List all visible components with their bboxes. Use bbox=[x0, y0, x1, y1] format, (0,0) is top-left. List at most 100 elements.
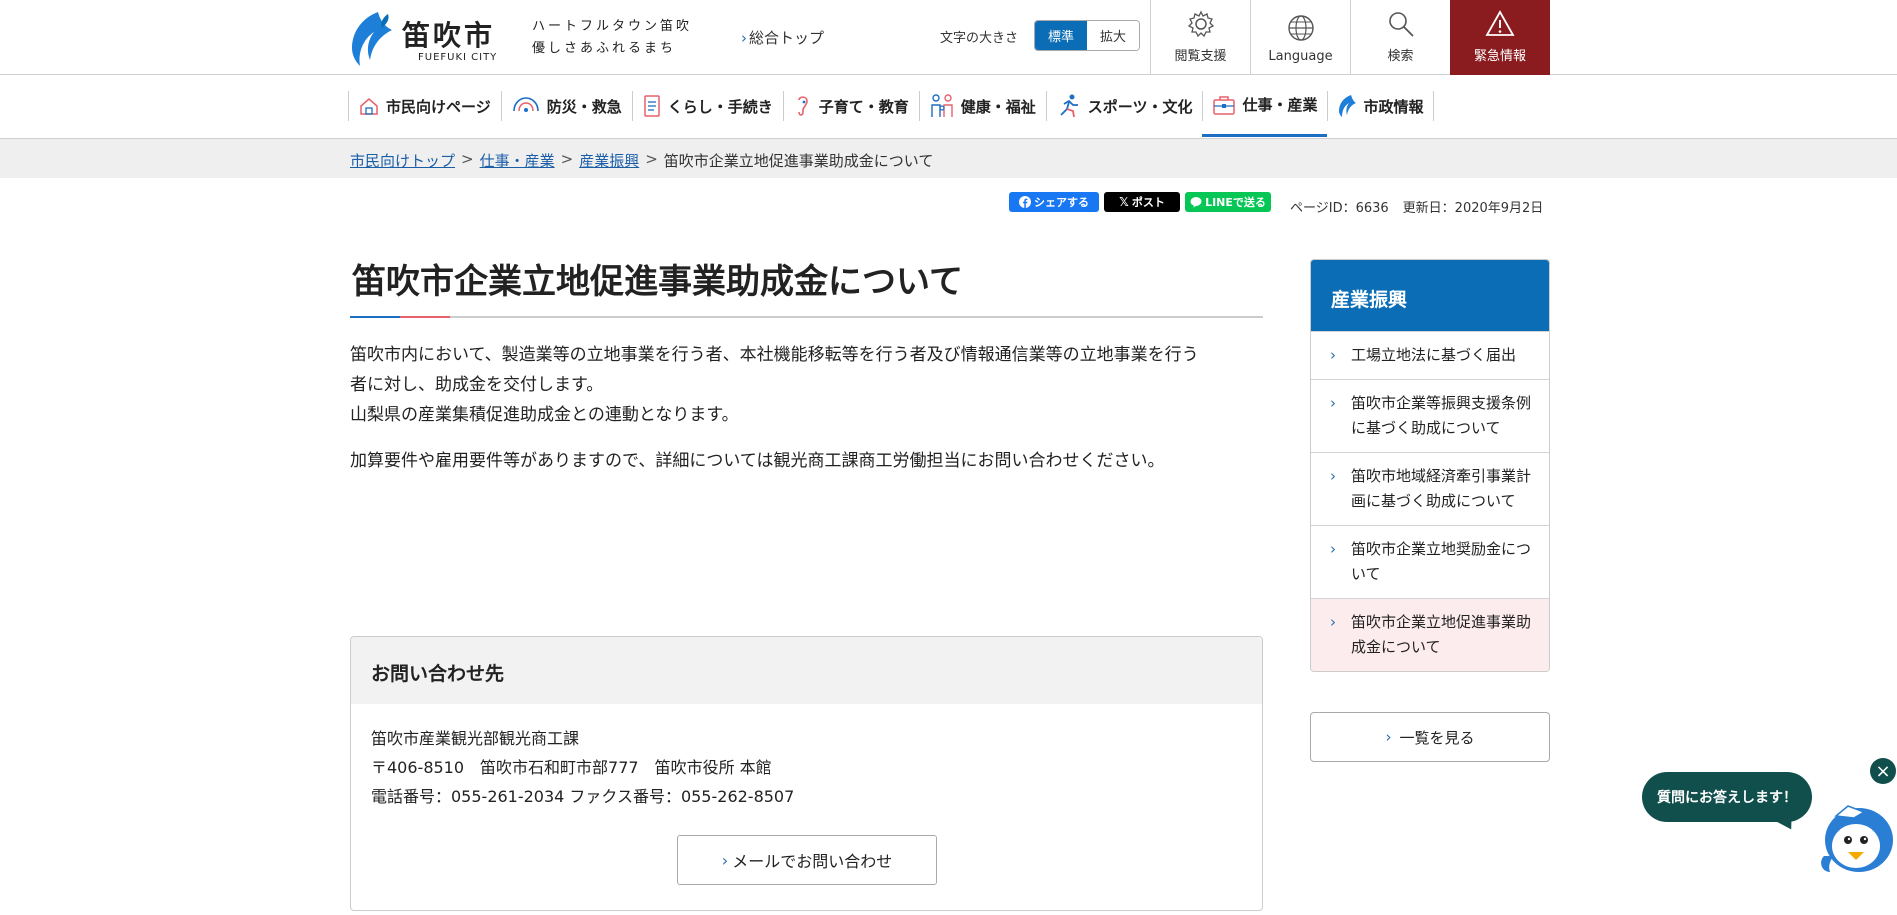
contact-address: 〒406-8510 笛吹市石和町市部777 笛吹市役所 本館 bbox=[371, 758, 772, 777]
sidebar-item-current[interactable]: › 笛吹市企業立地促進事業助成金について bbox=[1311, 598, 1549, 671]
nav-health[interactable]: 健康・福祉 bbox=[918, 75, 1046, 137]
browse-support-label: 閲覧支援 bbox=[1174, 49, 1227, 64]
nav-citizens[interactable]: 市民向けページ bbox=[348, 75, 501, 137]
language-label: Language bbox=[1268, 49, 1333, 64]
paragraph-line: 笛吹市内において、製造業等の立地事業を行う者、本社機能移転等を行う者及び情報通信… bbox=[350, 345, 1199, 365]
language-button[interactable]: Language bbox=[1250, 0, 1350, 75]
contact-phone: 電話番号：055-261-2034 ファクス番号：055-262-8507 bbox=[371, 787, 795, 806]
search-label: 検索 bbox=[1387, 49, 1414, 64]
paragraph-line: 者に対し、助成金を交付します。 bbox=[350, 375, 604, 395]
tagline: ハートフルタウン笛吹 優しさあふれるまち bbox=[532, 16, 692, 60]
logo-name: 笛吹市 bbox=[402, 19, 496, 52]
nav-label: 仕事・産業 bbox=[1242, 96, 1318, 114]
breadcrumb-separator: > bbox=[645, 150, 658, 168]
underline-accent-red bbox=[400, 316, 450, 318]
underline-accent-blue bbox=[350, 316, 400, 318]
home-icon bbox=[360, 98, 378, 115]
search-icon bbox=[1388, 12, 1414, 37]
breadcrumb-link[interactable]: 産業振興 bbox=[579, 150, 639, 171]
nav-work[interactable]: 仕事・産業 bbox=[1202, 75, 1328, 137]
city-logo-icon bbox=[1339, 95, 1357, 117]
mail-inquiry-button[interactable]: › メールでお問い合わせ bbox=[677, 835, 937, 885]
home-top-link[interactable]: › 総合トップ bbox=[741, 27, 824, 48]
font-size-label: 文字の大きさ bbox=[940, 31, 1019, 46]
nav-label: 子育て・教育 bbox=[818, 97, 909, 116]
nav-disaster[interactable]: 防災・救急 bbox=[500, 75, 632, 137]
nav-label: 防災・救急 bbox=[546, 97, 622, 116]
contact-department: 笛吹市産業観光部観光商工課 bbox=[371, 729, 580, 748]
nav-sports[interactable]: スポーツ・文化 bbox=[1045, 75, 1203, 137]
document-icon bbox=[643, 95, 660, 117]
x-post-button[interactable]: 𝕏 ポスト bbox=[1104, 192, 1180, 212]
line-share-button[interactable]: LINEで送る bbox=[1185, 192, 1271, 212]
breadcrumb-list: 市民向けトップ > 仕事・産業 > 産業振興 > 笛吹市企業立地促進事業助成金に… bbox=[350, 150, 933, 171]
sidebar-item-label: 笛吹市企業立地促進事業助成金について bbox=[1351, 613, 1532, 656]
site-logo[interactable]: 笛吹市 FUEFUKI CITY bbox=[348, 10, 508, 68]
sidebar-menu: 産業振興 › 工場立地法に基づく届出 › 笛吹市企業等振興支援条例に基づく助成に… bbox=[1310, 259, 1550, 672]
breadcrumb-current: 笛吹市企業立地促進事業助成金について bbox=[663, 152, 934, 170]
chevron-right-icon: › bbox=[1330, 467, 1336, 485]
x-post-label: ポスト bbox=[1131, 196, 1165, 209]
family-icon bbox=[931, 94, 953, 117]
breadcrumb-separator: > bbox=[560, 150, 574, 168]
sidebar-item-label: 笛吹市企業等振興支援条例に基づく助成について bbox=[1351, 394, 1532, 437]
page-meta: ページID：6636 更新日：2020年9月2日 bbox=[1290, 197, 1543, 216]
contact-box: お問い合わせ先 笛吹市産業観光部観光商工課 〒406-8510 笛吹市石和町市部… bbox=[350, 636, 1263, 911]
nav-childcare[interactable]: 子育て・教育 bbox=[782, 75, 919, 137]
breadcrumb-separator: > bbox=[461, 150, 474, 168]
browse-support-button[interactable]: 閲覧支援 bbox=[1150, 0, 1250, 75]
disaster-icon bbox=[512, 97, 539, 112]
facebook-share-label: シェアする bbox=[1034, 196, 1089, 209]
nav-city-info[interactable]: 市政情報 bbox=[1327, 75, 1434, 137]
font-size-toggle: 標準 拡大 bbox=[1034, 20, 1140, 51]
chevron-right-icon: › bbox=[1330, 540, 1336, 558]
view-list-button[interactable]: › 一覧を見る bbox=[1310, 712, 1550, 762]
paragraph-line: 山梨県の産業集積促進助成金との連動となります。 bbox=[350, 405, 739, 425]
font-size-standard-button[interactable]: 標準 bbox=[1035, 21, 1087, 50]
chevron-right-icon: › bbox=[1330, 394, 1336, 412]
site-header: 笛吹市 FUEFUKI CITY ハートフルタウン笛吹 優しさあふれるまち › 総… bbox=[0, 0, 1897, 75]
nav-label: 市民向けページ bbox=[386, 97, 491, 116]
page-id: ページID：6636 bbox=[1290, 201, 1389, 216]
breadcrumb-link[interactable]: 市民向けトップ bbox=[350, 150, 455, 171]
mascot-icon[interactable] bbox=[1814, 796, 1897, 876]
breadcrumb: 市民向けトップ > 仕事・産業 > 産業振興 > 笛吹市企業立地促進事業助成金に… bbox=[0, 138, 1897, 178]
chevron-right-icon: › bbox=[1385, 728, 1392, 746]
city-logo-icon bbox=[352, 12, 392, 66]
facebook-share-button[interactable]: シェアする bbox=[1009, 192, 1099, 212]
breadcrumb-link[interactable]: 仕事・産業 bbox=[480, 150, 555, 171]
x-logo-icon: 𝕏 bbox=[1119, 195, 1129, 209]
font-size-large-button[interactable]: 拡大 bbox=[1087, 21, 1139, 50]
logo-subtitle: FUEFUKI CITY bbox=[418, 52, 498, 63]
nav-label: くらし・手続き bbox=[667, 97, 773, 116]
home-top-label: 総合トップ bbox=[749, 29, 825, 47]
updated-date: 更新日：2020年9月2日 bbox=[1402, 201, 1544, 216]
gear-icon bbox=[1187, 10, 1214, 38]
chevron-right-icon: › bbox=[1330, 613, 1336, 631]
nav-label: 健康・福祉 bbox=[960, 97, 1036, 116]
line-icon bbox=[1190, 197, 1202, 208]
close-icon[interactable]: × bbox=[1870, 758, 1896, 784]
tagline-line-1: ハートフルタウン笛吹 bbox=[532, 19, 693, 34]
runner-icon bbox=[1060, 94, 1078, 118]
note-paragraph: 加算要件や雇用要件等がありますので、詳細については観光商工課商工労働担当にお問い… bbox=[350, 451, 1165, 471]
global-nav: 市民向けページ 防災・救急 くらし・手続き 子育て・教育 健康・福祉 スポーツ・… bbox=[348, 75, 1434, 137]
sidebar-item[interactable]: › 笛吹市地域経済牽引事業計画に基づく助成について bbox=[1311, 452, 1549, 525]
emergency-button[interactable]: 緊急情報 bbox=[1450, 0, 1550, 75]
chevron-right-icon: › bbox=[741, 29, 747, 47]
sidebar-heading: 産業振興 bbox=[1311, 260, 1549, 331]
sidebar-item-label: 笛吹市地域経済牽引事業計画に基づく助成について bbox=[1351, 467, 1532, 510]
sidebar-item[interactable]: › 笛吹市企業立地奨励金について bbox=[1311, 525, 1549, 598]
facebook-icon bbox=[1019, 196, 1031, 208]
sidebar-item-label: 笛吹市企業立地奨励金について bbox=[1351, 540, 1532, 583]
sidebar-item[interactable]: › 工場立地法に基づく届出 bbox=[1311, 331, 1549, 379]
nav-label: 市政情報 bbox=[1363, 97, 1424, 116]
contact-heading: お問い合わせ先 bbox=[351, 637, 1262, 704]
sidebar-item[interactable]: › 笛吹市企業等振興支援条例に基づく助成について bbox=[1311, 379, 1549, 452]
line-share-label: LINEで送る bbox=[1205, 196, 1266, 209]
nav-living[interactable]: くらし・手続き bbox=[631, 75, 783, 137]
contact-details: 笛吹市産業観光部観光商工課 〒406-8510 笛吹市石和町市部777 笛吹市役… bbox=[351, 704, 1262, 811]
child-icon bbox=[797, 96, 808, 116]
globe-icon bbox=[1287, 15, 1314, 41]
search-button[interactable]: 検索 bbox=[1350, 0, 1450, 75]
